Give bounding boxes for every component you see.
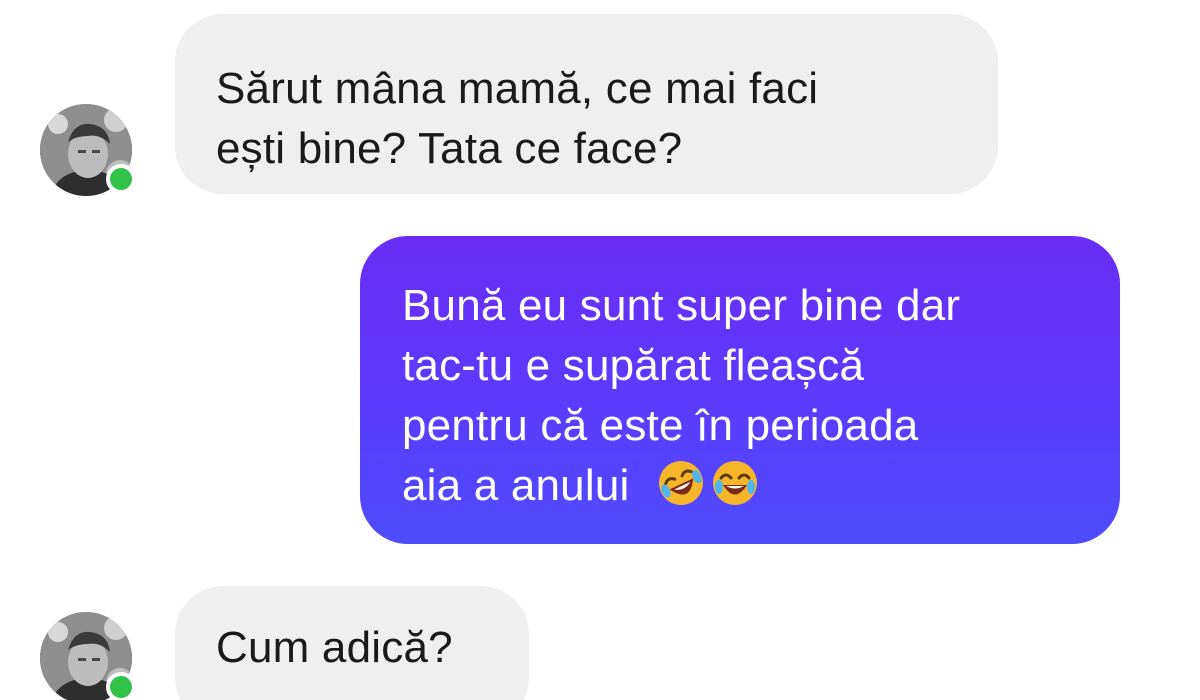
message-bubble-incoming[interactable]: Cum adică? xyxy=(175,586,529,700)
online-status-dot xyxy=(106,672,136,700)
rolling-on-floor-laughing-emoji xyxy=(658,461,703,505)
message-text-line: Cum adică? xyxy=(216,623,453,672)
contact-avatar[interactable] xyxy=(40,612,136,700)
message-bubble-incoming[interactable]: Sărut mâna mamă, ce mai faci ești bine? … xyxy=(175,14,998,194)
online-status-dot xyxy=(106,164,136,194)
message-text-line: aia a anului xyxy=(402,456,1090,516)
message-text: aia a anului xyxy=(402,461,630,510)
message-text-line: ești bine? Tata ce face? xyxy=(216,124,683,173)
contact-avatar[interactable] xyxy=(40,104,136,196)
message-text-line: tac-tu e supărat fleașcă xyxy=(402,341,865,390)
tears-of-joy-emoji xyxy=(712,461,757,505)
chat-thread: Sărut mâna mamă, ce mai faci ești bine? … xyxy=(0,0,1200,700)
message-text-line: pentru că este în perioada xyxy=(402,401,919,450)
message-text-line: Bună eu sunt super bine dar xyxy=(402,281,961,330)
message-text-line: Sărut mâna mamă, ce mai faci xyxy=(216,64,819,113)
message-bubble-outgoing[interactable]: Bună eu sunt super bine dar tac-tu e sup… xyxy=(360,236,1120,544)
